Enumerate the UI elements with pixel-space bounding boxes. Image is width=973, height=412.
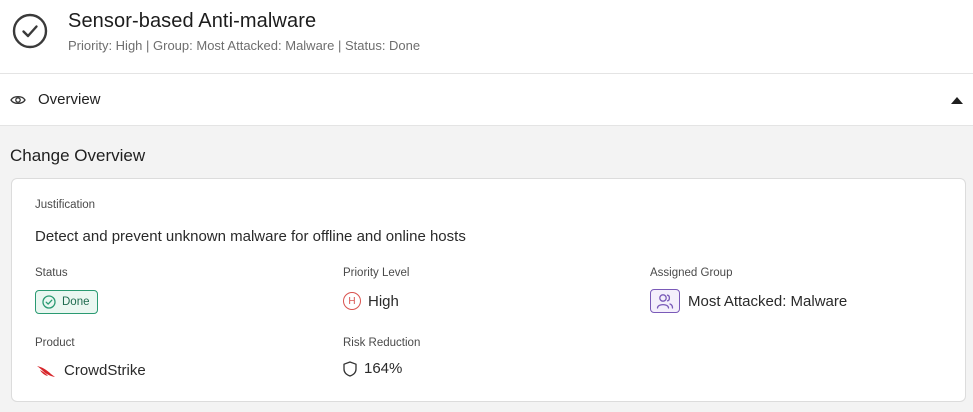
justification-text: Detect and prevent unknown malware for o… xyxy=(35,228,466,245)
assigned-group-value: Most Attacked: Malware xyxy=(688,292,848,310)
priority-badge: H xyxy=(343,292,361,310)
users-icon xyxy=(650,289,680,313)
shield-icon xyxy=(343,360,357,377)
justification-label: Justification xyxy=(35,199,96,211)
risk-reduction-value-group: 164% xyxy=(343,360,402,377)
status-label: Status xyxy=(35,267,68,279)
change-overview-title: Change Overview xyxy=(10,146,146,165)
caret-up-icon[interactable] xyxy=(951,96,963,104)
overview-content: Change Overview Justification Detect and… xyxy=(0,126,973,412)
check-circle-small-icon xyxy=(42,295,56,309)
risk-reduction-label: Risk Reduction xyxy=(343,337,421,349)
assigned-group-label: Assigned Group xyxy=(650,267,733,279)
crowdstrike-falcon-logo xyxy=(37,365,55,377)
status-value: Done xyxy=(62,296,90,308)
overview-label: Overview xyxy=(38,91,101,108)
assigned-group-value-group: Most Attacked: Malware xyxy=(650,289,847,313)
page-header: Sensor-based Anti-malware Priority: High… xyxy=(0,0,973,74)
eye-icon xyxy=(10,95,26,105)
check-circle-icon xyxy=(12,13,48,49)
page-title: Sensor-based Anti-malware xyxy=(68,10,317,32)
priority-value-group: H High xyxy=(343,292,399,310)
priority-label: Priority Level xyxy=(343,267,410,279)
product-value: CrowdStrike xyxy=(64,362,146,379)
change-overview-card: Justification Detect and prevent unknown… xyxy=(11,178,966,402)
overview-accordion-header[interactable]: Overview xyxy=(0,74,973,126)
status-badge: Done xyxy=(35,290,98,314)
product-value-group: CrowdStrike xyxy=(37,362,146,379)
risk-reduction-value: 164% xyxy=(364,360,403,377)
priority-value: High xyxy=(368,292,399,310)
page-subtitle: Priority: High | Group: Most Attacked: M… xyxy=(68,38,421,53)
product-label: Product xyxy=(35,337,75,349)
